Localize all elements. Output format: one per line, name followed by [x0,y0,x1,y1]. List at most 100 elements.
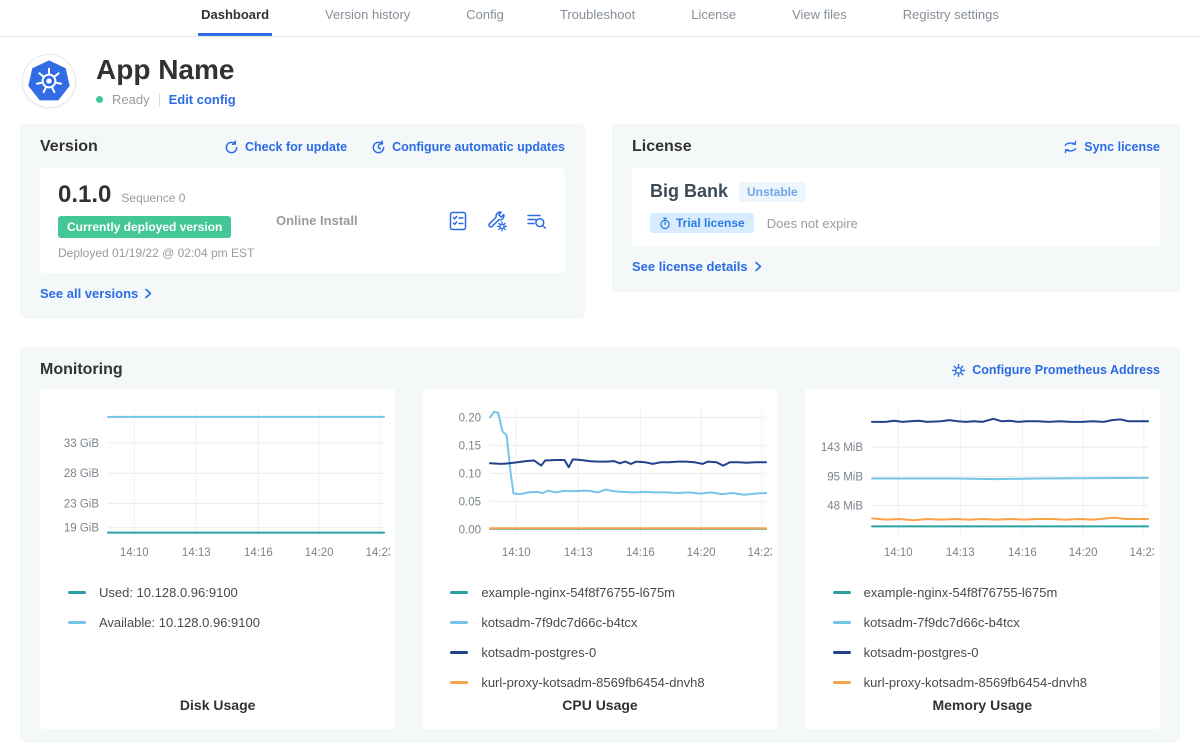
svg-text:14:23: 14:23 [365,547,390,559]
status-text: Ready [112,92,150,107]
svg-text:14:20: 14:20 [304,547,333,559]
chart-card-memory-usage: 143 MiB95 MiB48 MiB14:1014:1314:1614:201… [805,389,1160,729]
top-nav: Dashboard Version history Config Troublesho… [0,0,1200,37]
legend-label: example-nginx-54f8f76755-l675m [864,585,1058,600]
deployed-badge: Currently deployed version [58,216,231,238]
legend-color-dash [68,621,86,624]
tab-dashboard[interactable]: Dashboard [198,3,272,36]
svg-text:95 MiB: 95 MiB [828,472,864,484]
svg-text:48 MiB: 48 MiB [828,500,864,512]
svg-text:23 GiB: 23 GiB [63,499,98,511]
legend-color-dash [450,591,468,594]
status-dot [96,96,103,103]
config-values-button[interactable] [486,210,508,232]
gear-icon [951,363,966,378]
monitoring-section: Monitoring Configure Prometheus Address … [20,347,1180,743]
chart-card-disk-usage: 33 GiB28 GiB23 GiB19 GiB14:1014:1314:161… [40,389,395,729]
version-sequence: Sequence 0 [121,191,185,205]
legend-label: kurl-proxy-kotsadm-8569fb6454-dnvh8 [481,675,704,690]
deploy-logs-button[interactable] [525,210,547,232]
license-card-title: License [632,138,692,156]
legend-color-dash [68,591,86,594]
svg-text:14:13: 14:13 [564,547,593,559]
check-for-update-link[interactable]: Check for update [224,140,347,155]
legend-item: kotsadm-7f9dc7d66c-b4tcx [833,615,1132,630]
svg-text:14:20: 14:20 [687,547,716,559]
preflight-checklist-icon [447,210,469,232]
tab-registry-settings[interactable]: Registry settings [900,3,1002,36]
chart-card-cpu-usage: 0.200.150.100.050.0014:1014:1314:1614:20… [422,389,777,729]
chart-plot-memory-usage: 143 MiB95 MiB48 MiB14:1014:1314:1614:201… [810,399,1154,569]
legend-item: Available: 10.128.0.96:9100 [68,615,367,630]
app-logo [22,54,76,108]
legend-item: kotsadm-postgres-0 [833,645,1132,660]
sync-icon [1063,140,1078,154]
svg-text:14:20: 14:20 [1069,547,1098,559]
svg-text:0.20: 0.20 [459,412,481,424]
tab-license[interactable]: License [688,3,739,36]
stopwatch-icon [659,217,671,230]
configure-prometheus-link[interactable]: Configure Prometheus Address [951,363,1160,378]
divider [159,93,160,107]
svg-text:14:16: 14:16 [244,547,273,559]
preflight-checks-button[interactable] [447,210,469,232]
tab-config[interactable]: Config [463,3,507,36]
svg-text:14:16: 14:16 [626,547,655,559]
sync-license-link[interactable]: Sync license [1063,140,1160,154]
page-title: App Name [96,55,236,86]
chevron-right-icon [144,288,153,299]
svg-text:0.10: 0.10 [459,468,481,480]
license-customer-name: Big Bank [650,181,728,202]
chart-plot-cpu-usage: 0.200.150.100.050.0014:1014:1314:1614:20… [428,399,772,569]
svg-text:28 GiB: 28 GiB [63,468,98,480]
svg-text:19 GiB: 19 GiB [63,523,98,535]
install-type-label: Online Install [276,213,447,228]
legend-item: Used: 10.128.0.96:9100 [68,585,367,600]
legend-color-dash [833,651,851,654]
view-logs-icon [525,210,547,232]
svg-text:14:10: 14:10 [502,547,531,559]
tab-troubleshoot[interactable]: Troubleshoot [557,3,638,36]
svg-text:143 MiB: 143 MiB [821,442,864,454]
see-license-details-link[interactable]: See license details [632,259,763,274]
monitoring-title: Monitoring [40,361,123,379]
legend-color-dash [450,681,468,684]
legend-color-dash [833,681,851,684]
license-expiry-text: Does not expire [767,216,858,231]
configure-automatic-updates-link[interactable]: Configure automatic updates [371,140,565,155]
chart-title: Memory Usage [807,691,1158,729]
legend-item: example-nginx-54f8f76755-l675m [833,585,1132,600]
config-wrench-icon [486,210,508,232]
see-all-versions-link[interactable]: See all versions [40,286,153,301]
svg-text:0.15: 0.15 [459,440,481,452]
refresh-icon [224,140,239,155]
legend-item: kotsadm-postgres-0 [450,645,749,660]
version-number: 0.1.0 [58,181,111,209]
app-header: App Name Ready Edit config [0,37,1200,124]
main-content: Version Check for update Configure au [0,124,1200,743]
legend-item: example-nginx-54f8f76755-l675m [450,585,749,600]
legend-item: kotsadm-7f9dc7d66c-b4tcx [450,615,749,630]
legend-label: kotsadm-7f9dc7d66c-b4tcx [481,615,637,630]
version-card: Version Check for update Configure au [20,124,585,319]
legend-item: kurl-proxy-kotsadm-8569fb6454-dnvh8 [833,675,1132,690]
trial-license-badge: Trial license [650,213,754,233]
legend-color-dash [450,651,468,654]
svg-text:14:23: 14:23 [747,547,772,559]
legend-color-dash [833,621,851,624]
license-card: License Sync license Big Bank Unstable [612,124,1180,292]
tab-view-files[interactable]: View files [789,3,850,36]
edit-config-link[interactable]: Edit config [169,92,236,107]
svg-text:14:13: 14:13 [182,547,211,559]
chart-title: CPU Usage [424,691,775,729]
deployed-timestamp: Deployed 01/19/22 @ 02:04 pm EST [58,246,276,260]
version-card-title: Version [40,138,98,156]
chart-legend: example-nginx-54f8f76755-l675m kotsadm-7f… [424,569,775,691]
svg-text:0.05: 0.05 [459,496,481,508]
legend-label: kotsadm-7f9dc7d66c-b4tcx [864,615,1020,630]
legend-color-dash [450,621,468,624]
tab-version-history[interactable]: Version history [322,3,413,36]
legend-label: example-nginx-54f8f76755-l675m [481,585,675,600]
chart-title: Disk Usage [42,691,393,729]
svg-text:14:10: 14:10 [119,547,148,559]
